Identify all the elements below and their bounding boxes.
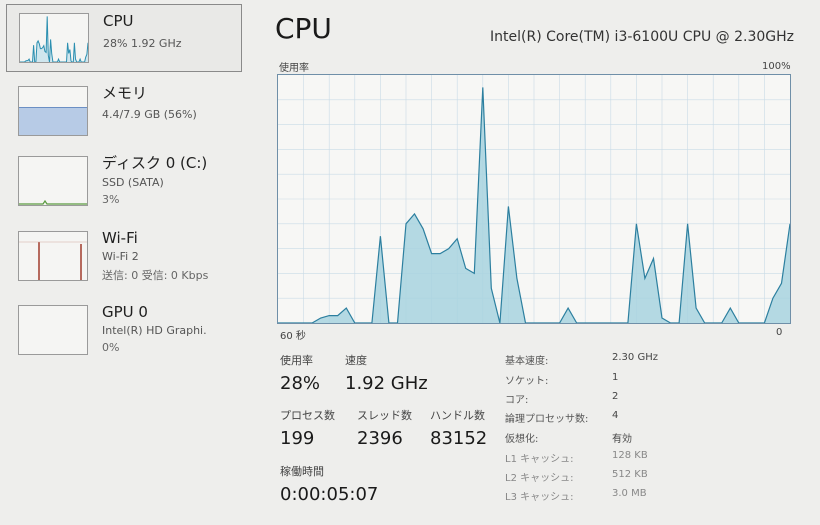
- spec-value: 有効: [612, 434, 632, 445]
- handles-value: 83152: [430, 428, 488, 449]
- cpu-usage-graph: [277, 74, 791, 324]
- uptime-label: 稼働時間: [280, 465, 324, 478]
- processes-value: 199: [280, 428, 315, 449]
- sidebar-item-detail: SSD (SATA): [102, 176, 164, 189]
- spec-value: 3.0 MB: [612, 488, 647, 499]
- cpu-model-name: Intel(R) Core(TM) i3-6100U CPU @ 2.30GHz: [490, 29, 794, 45]
- spec-value: 512 KB: [612, 469, 648, 480]
- threads-label: スレッド数: [357, 409, 412, 422]
- sidebar-item-detail: 4.4/7.9 GB (56%): [102, 108, 197, 121]
- usage-label: 使用率: [280, 354, 313, 367]
- uptime-value: 0:00:05:07: [280, 484, 379, 505]
- graph-x-left-label: 60 秒: [280, 331, 306, 342]
- sidebar-item-detail: Intel(R) HD Graphi.: [102, 324, 207, 337]
- spec-value: 2: [612, 391, 619, 402]
- sidebar-item-label: Wi-Fi: [102, 229, 138, 247]
- spec-label: L1 キャッシュ:: [505, 454, 574, 465]
- sidebar-item-detail-2: 3%: [102, 193, 120, 206]
- cpu-thumbnail-area: [20, 16, 88, 62]
- sidebar-item-detail-2: 送信: 0 受信: 0 Kbps: [102, 269, 209, 282]
- speed-value: 1.92 GHz: [345, 373, 428, 394]
- processes-label: プロセス数: [280, 409, 335, 422]
- sidebar-item-label: GPU 0: [102, 303, 148, 321]
- page-title: CPU: [275, 12, 332, 45]
- spec-label: L2 キャッシュ:: [505, 473, 574, 484]
- cpu-thumbnail-line: [20, 16, 88, 62]
- graph-x-right-label: 0: [776, 327, 783, 338]
- spec-value: 4: [612, 410, 619, 421]
- spec-label: コア:: [505, 395, 529, 406]
- sidebar-item-label: CPU: [103, 12, 134, 30]
- threads-value: 2396: [357, 428, 403, 449]
- spec-label: 論理プロセッサ数:: [505, 414, 589, 425]
- graph-y-max-label: 100%: [762, 61, 791, 72]
- cpu-usage-chart: [278, 75, 790, 323]
- gpu-thumbnail-graph: [18, 305, 88, 355]
- sidebar-item-gpu[interactable]: GPU 0 Intel(R) HD Graphi. 0%: [6, 297, 242, 365]
- sidebar-item-label: ディスク 0 (C:): [102, 154, 208, 172]
- sidebar-item-detail-2: 0%: [102, 341, 120, 354]
- graph-y-axis-label: 使用率: [279, 63, 309, 74]
- sidebar-item-cpu[interactable]: CPU 28% 1.92 GHz: [6, 4, 242, 72]
- disk-thumbnail-graph: [18, 156, 88, 206]
- speed-label: 速度: [345, 354, 367, 367]
- spec-label: L3 キャッシュ:: [505, 492, 574, 503]
- sidebar-item-wifi[interactable]: Wi-Fi Wi-Fi 2 送信: 0 受信: 0 Kbps: [6, 223, 242, 291]
- sidebar-item-label: メモリ: [102, 84, 148, 102]
- usage-value: 28%: [280, 373, 321, 394]
- spec-value: 2.30 GHz: [612, 352, 658, 363]
- disk-activity-line: [19, 199, 87, 205]
- spec-label: 基本速度:: [505, 356, 549, 367]
- sidebar-item-memory[interactable]: メモリ 4.4/7.9 GB (56%): [6, 78, 242, 146]
- memory-thumbnail-graph: [18, 86, 88, 136]
- sidebar-item-detail: 28% 1.92 GHz: [103, 37, 182, 50]
- sidebar-item-detail: Wi-Fi 2: [102, 250, 139, 263]
- spec-value: 128 KB: [612, 450, 648, 461]
- spec-label: ソケット:: [505, 376, 549, 387]
- cpu-thumbnail-graph: [19, 13, 89, 63]
- spec-label: 仮想化:: [505, 434, 539, 445]
- sidebar: CPU 28% 1.92 GHz メモリ 4.4/7.9 GB (56%) ディ…: [0, 0, 250, 525]
- memory-usage-fill: [19, 107, 87, 135]
- spec-value: 1: [612, 372, 619, 383]
- handles-label: ハンドル数: [430, 409, 485, 422]
- sidebar-item-disk[interactable]: ディスク 0 (C:) SSD (SATA) 3%: [6, 148, 242, 216]
- wifi-thumbnail-graph: [18, 231, 88, 281]
